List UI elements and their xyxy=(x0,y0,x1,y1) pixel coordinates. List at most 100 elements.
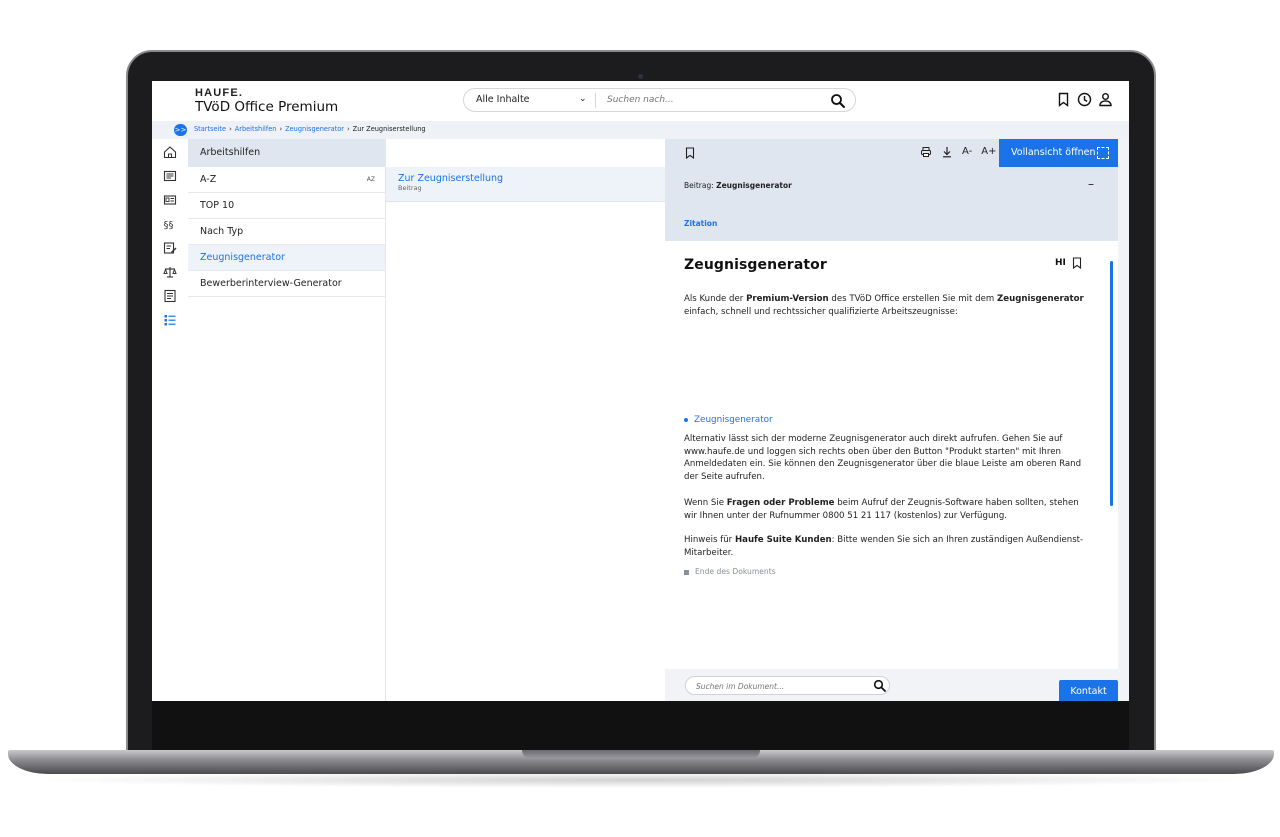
breadcrumb: >> Startseite › Arbeitshilfen › Zeugnisgener… xyxy=(152,121,1129,139)
result-column-top xyxy=(386,139,665,167)
highlight-toggle[interactable]: HI xyxy=(1055,258,1066,268)
document-tools: A- A+ xyxy=(920,146,996,161)
document-footer: Kontakt xyxy=(665,669,1118,701)
collapse-button[interactable]: – xyxy=(1088,177,1094,191)
text-bold: Haufe Suite Kunden xyxy=(734,535,832,545)
text-bold: Premium-Version xyxy=(746,294,829,304)
home-icon[interactable] xyxy=(163,145,177,159)
text: Als Kunde der xyxy=(684,294,747,304)
document-icon[interactable] xyxy=(163,289,177,303)
text: Hinweis für xyxy=(684,535,735,545)
breadcrumb-link-arbeitshilfen[interactable]: Arbeitshilfen xyxy=(235,125,277,133)
text: des TVöD Office erstellen Sie mit dem xyxy=(828,294,998,304)
result-item[interactable]: Zur Zeugniserstellung Beitrag xyxy=(386,167,665,202)
document-body: Zeugnisgenerator HI Als Kunde der Premiu… xyxy=(665,241,1118,669)
category-item-bewerberinterview[interactable]: Bewerberinterview-Generator xyxy=(188,271,385,297)
text: einfach, schnell und rechtssicher qualif… xyxy=(684,306,958,317)
breadcrumb-separator: › xyxy=(229,125,232,133)
bookmark-icon[interactable] xyxy=(685,147,695,159)
category-header: Arbeitshilfen xyxy=(188,139,385,167)
font-smaller-button[interactable]: A- xyxy=(962,146,972,161)
category-item-nach-typ[interactable]: Nach Typ xyxy=(188,219,385,245)
id-card-icon[interactable] xyxy=(163,193,177,207)
category-label: Bewerberinterview-Generator xyxy=(200,278,342,289)
breadcrumb-current: Zur Zeugniserstellung xyxy=(352,125,426,133)
document-search xyxy=(685,676,890,695)
user-icon[interactable] xyxy=(1098,92,1113,107)
document-toolbar: A- A+ Vollansicht öffnen xyxy=(665,139,1118,167)
paragraph-hint: Hinweis für Haufe Suite Kunden: Bitte we… xyxy=(684,534,1089,559)
bullet-dot xyxy=(684,417,688,422)
full-view-label: Vollansicht öffnen xyxy=(1011,147,1096,158)
search-divider xyxy=(595,93,596,108)
paragraph-support: Wenn Sie Fragen oder Probleme beim Aufru… xyxy=(684,497,1089,522)
chevron-down-icon[interactable]: ⌄ xyxy=(579,94,587,104)
svg-text:§§: §§ xyxy=(164,220,174,231)
expand-icon xyxy=(1097,147,1109,159)
meta-title: Zeugnisgenerator xyxy=(716,181,792,190)
category-label: Zeugnisgenerator xyxy=(200,252,285,263)
document-panel: A- A+ Vollansicht öffnen Beitrag: Zeugni… xyxy=(665,139,1129,701)
category-column: Arbeitshilfen A-Z AZ TOP 10 Nach Typ Zeu… xyxy=(188,139,386,701)
edit-doc-icon[interactable] xyxy=(163,241,177,255)
text: Wenn Sie xyxy=(684,498,727,508)
font-larger-button[interactable]: A+ xyxy=(981,146,996,161)
scales-icon[interactable] xyxy=(163,265,177,279)
breadcrumb-separator: › xyxy=(279,125,283,133)
text-bold: Zeugnisgenerator xyxy=(997,294,1084,304)
app-header: HAUFE. TVöD Office Premium Alle Inhalte … xyxy=(152,81,1129,121)
search-input[interactable] xyxy=(605,92,805,108)
citation-link[interactable]: Zitation xyxy=(684,219,717,228)
document-search-input[interactable] xyxy=(694,679,854,693)
end-of-document: Ende des Dokuments xyxy=(684,567,776,576)
breadcrumb-link-startseite[interactable]: Startseite xyxy=(194,125,226,133)
category-label: TOP 10 xyxy=(200,200,235,211)
zeugnisgenerator-link[interactable]: Zeugnisgenerator xyxy=(684,415,773,425)
paragraph-icon[interactable]: §§ xyxy=(163,217,177,231)
breadcrumb-link-zeugnisgenerator[interactable]: Zeugnisgenerator xyxy=(285,125,344,133)
category-item-top10[interactable]: TOP 10 xyxy=(188,193,385,219)
paragraph-intro: Als Kunde der Premium-Version des TVöD O… xyxy=(684,293,1089,318)
document-meta: Beitrag: Zeugnisgenerator – Zitation xyxy=(665,167,1118,241)
category-label: Nach Typ xyxy=(200,226,244,237)
bookmark-icon[interactable] xyxy=(1072,257,1082,269)
document-scrollbar[interactable] xyxy=(1110,261,1113,506)
result-title: Zur Zeugniserstellung xyxy=(398,173,504,184)
camera-dot xyxy=(638,74,643,79)
haufe-logo[interactable]: HAUFE. xyxy=(195,87,243,99)
expand-sidebar-button[interactable]: >> xyxy=(174,124,187,136)
az-sort-icon: AZ xyxy=(366,176,375,183)
news-icon[interactable] xyxy=(163,169,177,183)
list-icon[interactable] xyxy=(163,313,177,327)
search-icon[interactable] xyxy=(829,92,847,110)
product-title: TVöD Office Premium xyxy=(195,99,339,115)
print-icon[interactable] xyxy=(920,146,932,161)
category-item-a-z[interactable]: A-Z AZ xyxy=(188,167,385,193)
contact-button[interactable]: Kontakt xyxy=(1059,680,1118,701)
global-search: Alle Inhalte ⌄ xyxy=(463,88,856,112)
icon-rail: §§ xyxy=(152,139,188,701)
end-label: Ende des Dokuments xyxy=(695,567,776,576)
history-icon[interactable] xyxy=(1077,92,1092,107)
result-column: Zur Zeugniserstellung Beitrag xyxy=(386,139,665,701)
breadcrumb-trail: Startseite › Arbeitshilfen › Zeugnisgenerato… xyxy=(194,125,426,133)
laptop-shadow xyxy=(30,772,1250,788)
breadcrumb-separator: › xyxy=(347,125,350,133)
laptop-notch xyxy=(522,750,760,759)
header-actions xyxy=(1056,92,1113,107)
download-icon[interactable] xyxy=(941,146,953,161)
result-type: Beitrag xyxy=(398,184,422,192)
search-icon[interactable] xyxy=(872,678,887,693)
paragraph-alternative: Alternativ lässt sich der moderne Zeugni… xyxy=(684,434,1082,482)
full-view-button[interactable]: Vollansicht öffnen xyxy=(999,139,1118,167)
end-square-icon xyxy=(684,569,689,575)
document-title: Zeugnisgenerator xyxy=(684,257,827,273)
meta-prefix: Beitrag: xyxy=(684,181,714,190)
search-scope-select[interactable]: Alle Inhalte xyxy=(476,94,530,105)
category-label: A-Z xyxy=(200,174,217,185)
bookmark-icon[interactable] xyxy=(1056,92,1071,107)
laptop-bezel-bottom xyxy=(152,701,1129,753)
link-label: Zeugnisgenerator xyxy=(694,415,773,425)
category-item-zeugnisgenerator[interactable]: Zeugnisgenerator xyxy=(188,245,385,271)
app-screen: HAUFE. TVöD Office Premium Alle Inhalte … xyxy=(152,81,1129,701)
